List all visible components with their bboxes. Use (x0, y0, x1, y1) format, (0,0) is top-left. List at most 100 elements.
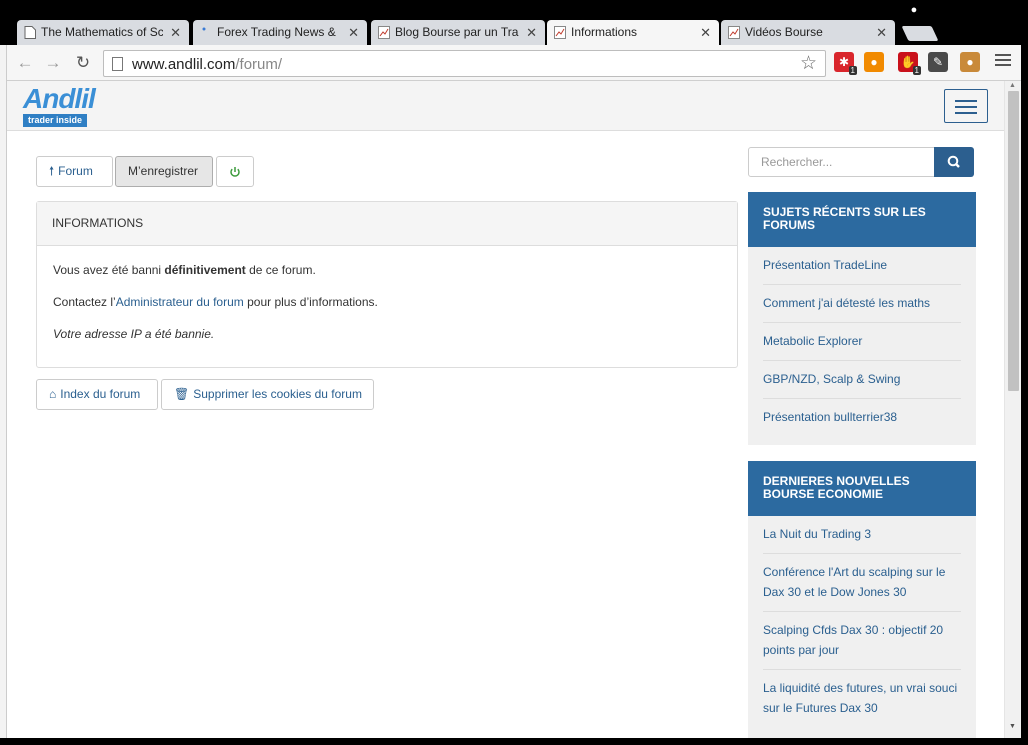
scroll-up-icon[interactable]: ▲ (1009, 82, 1016, 89)
extension-glyph: ✱ (838, 55, 850, 69)
tab-label: Blog Bourse par un Tra (395, 25, 519, 39)
address-bar[interactable]: www.andlil.com/forum/ ☆ (103, 50, 826, 77)
url-host: www.andlil.com (132, 56, 236, 73)
ban-message: Vous avez été banni définitivement de ce… (53, 263, 316, 277)
extension-evernote-icon[interactable]: ✎ (928, 52, 948, 72)
bookmark-star-icon[interactable]: ☆ (800, 52, 817, 75)
search-icon (947, 155, 960, 168)
news-block: DERNIERES NOUVELLES BOURSE ECONOMIE La N… (748, 461, 976, 738)
url-text: www.andlil.com/forum/ (132, 56, 282, 73)
tab-blog-bourse[interactable]: Blog Bourse par un Tra ✕ (371, 20, 545, 45)
andlil-logo[interactable]: Andlil trader inside (23, 83, 96, 128)
new-tab-button[interactable] (901, 26, 939, 41)
recent-topics-title: SUJETS RÉCENTS SUR LES FORUMS (748, 192, 976, 247)
recent-topic-item[interactable]: Metabolic Explorer (763, 323, 961, 361)
recent-topics-list: Présentation TradeLine Comment j'ai détes… (748, 247, 976, 436)
extension-badge: 1 (912, 66, 921, 75)
dot-icon (202, 27, 206, 31)
tab-close-icon[interactable]: ✕ (170, 20, 181, 45)
logo-tagline: trader inside (23, 114, 87, 127)
tab-informations[interactable]: Informations ✕ (547, 20, 719, 45)
chart-icon (554, 26, 566, 39)
forum-button[interactable]: 🠕 Forum (36, 156, 113, 187)
background-window-edge (0, 45, 7, 745)
reload-icon[interactable]: ↻ (71, 51, 95, 75)
delete-cookies-label: Supprimer les cookies du forum (193, 387, 362, 401)
tab-label: The Mathematics of Sc (41, 25, 163, 39)
search-input[interactable]: Rechercher... (748, 147, 935, 177)
extension-glyph: ● (870, 55, 878, 69)
administrator-link[interactable]: Administrateur du forum (116, 295, 244, 309)
logout-button[interactable] (216, 156, 254, 187)
recent-topic-item[interactable]: Présentation TradeLine (763, 247, 961, 285)
scroll-down-icon[interactable]: ▼ (1009, 723, 1016, 730)
contact-message: Contactez l’Administrateur du forum pour… (53, 295, 378, 309)
extension-glyph: ● (966, 55, 974, 69)
forum-index-button[interactable]: ⌂ Index du forum (36, 379, 158, 410)
browser-toolbar: ← → ↻ www.andlil.com/forum/ ☆ ✱ 1 ● ✋ 1 ✎ ● (7, 45, 1021, 81)
news-item[interactable]: Conférence l'Art du scalping sur le Dax … (763, 554, 961, 612)
contact-message-end: pour plus d’informations. (243, 295, 378, 309)
trash-icon: 🗑 (174, 387, 190, 401)
page-scrollbar[interactable]: ▲ ▼ (1004, 81, 1021, 738)
register-button[interactable]: M’enregistrer (115, 156, 213, 187)
page-icon (24, 26, 36, 39)
tab-close-icon[interactable]: ✕ (700, 20, 711, 45)
tab-forex-news[interactable]: Forex Trading News & ✕ (193, 20, 367, 45)
scrollbar-thumb[interactable] (1008, 91, 1019, 391)
arrow-up-icon: 🠕 (49, 164, 55, 178)
ban-message-emphasis: définitivement (164, 263, 246, 277)
site-header: Andlil trader inside (7, 81, 1004, 131)
register-button-label: M’enregistrer (128, 164, 199, 178)
extension-cookie-icon[interactable]: ● (960, 52, 980, 72)
tab-close-icon[interactable]: ✕ (876, 20, 887, 45)
panel-title: INFORMATIONS (37, 202, 737, 246)
tab-label: Informations (571, 25, 638, 39)
page-viewport: Andlil trader inside 🠕 Forum M’enregistre… (7, 81, 1004, 738)
back-arrow-icon[interactable]: ← (13, 51, 37, 75)
tab-mathematics[interactable]: The Mathematics of Sc ✕ (17, 20, 189, 45)
recent-topic-item[interactable]: Comment j'ai détesté les maths (763, 285, 961, 323)
news-item[interactable]: La Nuit du Trading 3 (763, 516, 961, 554)
power-icon (230, 166, 240, 177)
chart-icon (728, 26, 740, 39)
recent-topics-block: SUJETS RÉCENTS SUR LES FORUMS Présentati… (748, 192, 976, 445)
window-bottom-edge (0, 738, 1028, 745)
browser-window: ● The Mathematics of Sc ✕ Forex Trading … (0, 0, 1028, 745)
news-list: La Nuit du Trading 3 Conférence l'Art du … (748, 516, 976, 727)
home-icon: ⌂ (49, 387, 57, 401)
news-item[interactable]: La liquidité des futures, un vrai souci … (763, 670, 961, 727)
logo-main-text: Andlil (23, 83, 96, 114)
news-item[interactable]: Scalping Cfds Dax 30 : objectif 20 point… (763, 612, 961, 670)
page-info-icon[interactable] (112, 57, 123, 71)
ban-message-end: de ce forum. (245, 263, 316, 277)
recent-topic-item[interactable]: GBP/NZD, Scalp & Swing (763, 361, 961, 399)
tab-close-icon[interactable]: ✕ (526, 20, 537, 45)
contact-message-start: Contactez l’ (53, 295, 116, 309)
information-panel: INFORMATIONS Vous avez été banni définit… (36, 201, 738, 368)
extension-adblock-icon[interactable]: ✋ 1 (898, 52, 921, 75)
url-path: /forum/ (235, 56, 283, 73)
tab-label: Forex Trading News & (217, 25, 336, 39)
extension-orange-swirl-icon[interactable]: ● (864, 52, 884, 72)
ban-message-start: Vous avez été banni (53, 263, 165, 277)
nav-toggle-button[interactable] (944, 89, 988, 123)
tab-close-icon[interactable]: ✕ (348, 20, 359, 45)
user-profile-icon[interactable]: ● (907, 4, 921, 16)
news-title: DERNIERES NOUVELLES BOURSE ECONOMIE (748, 461, 976, 516)
delete-cookies-button[interactable]: 🗑 Supprimer les cookies du forum (161, 379, 374, 410)
tab-label: Vidéos Bourse (745, 25, 823, 39)
chart-icon (378, 26, 390, 39)
tab-strip: ● The Mathematics of Sc ✕ Forex Trading … (7, 0, 1028, 45)
search-button[interactable] (934, 147, 974, 177)
extension-badge: 1 (848, 66, 857, 75)
extension-red-star-icon[interactable]: ✱ 1 (834, 52, 857, 75)
recent-topic-item[interactable]: Présentation bullterrier38 (763, 399, 961, 436)
forum-index-label: Index du forum (60, 387, 141, 401)
extension-glyph: ✎ (932, 55, 944, 69)
tab-videos-bourse[interactable]: Vidéos Bourse ✕ (721, 20, 895, 45)
forum-button-label: Forum (58, 164, 93, 178)
ip-banned-message: Votre adresse IP a été bannie. (53, 327, 215, 341)
forward-arrow-icon[interactable]: → (41, 51, 65, 75)
browser-menu-icon[interactable] (995, 54, 1011, 68)
